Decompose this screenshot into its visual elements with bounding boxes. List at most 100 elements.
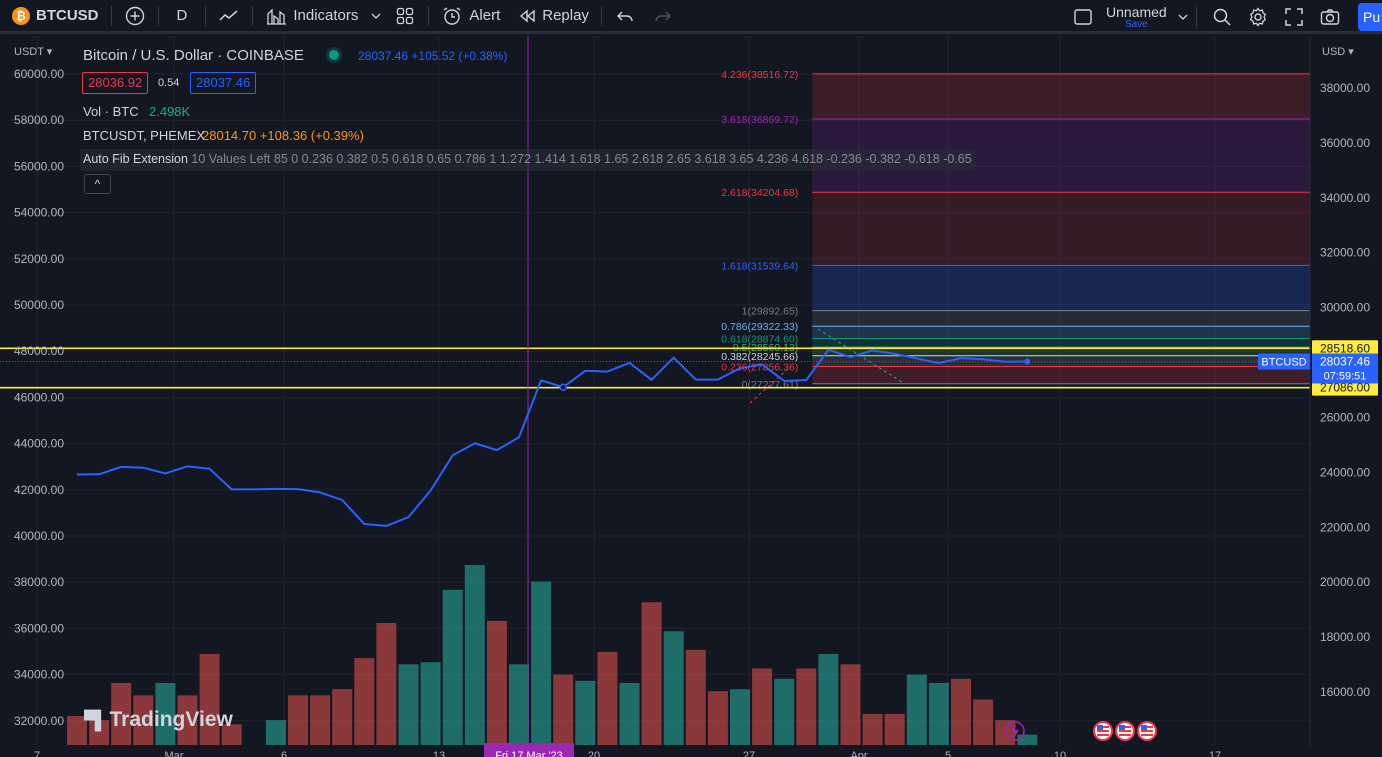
right-axis-tick: 34000.00 [1320,191,1370,205]
symbol-title[interactable]: Bitcoin / U.S. Dollar · COINBASE [83,47,304,64]
chevron-down-icon [371,13,381,19]
volume-bar [928,682,949,745]
compare-button[interactable] [116,0,154,33]
fib-level-label: 1(29892.65) [742,306,799,318]
right-axis-currency[interactable]: USD ▾ [1322,45,1354,58]
right-axis-tick: 36000.00 [1320,136,1370,150]
market-open-status-dot [329,50,339,60]
right-axis-tick: 22000.00 [1320,520,1370,534]
alert-button[interactable]: Alert [433,0,508,33]
interval-button[interactable]: D [163,0,202,33]
left-axis-tick: 34000.00 [14,668,64,682]
toolbar-divider [428,5,430,26]
indicators-icon [267,7,287,25]
spread-value: 0.54 [158,77,180,89]
layout-icon [1074,9,1092,25]
fib-zone-band [812,355,1310,367]
volume-bar [420,662,441,745]
line-chart-icon [219,9,238,21]
chart-type-button[interactable] [210,0,248,33]
symbol-search-button[interactable]: ₿ BTCUSD [0,0,107,33]
right-tools [1204,0,1348,34]
crosshair-point [559,383,567,392]
time-axis-tick: 20 [588,750,600,757]
chevron-down-icon [1178,14,1188,20]
volume-bar [663,631,684,745]
volume-bar [707,691,728,745]
left-axis-tick: 38000.00 [14,575,64,589]
left-axis-tick: 40000.00 [14,529,64,543]
volume-bar [398,664,419,745]
fib-level-label: 1.618(31539.64) [721,260,798,272]
tradingview-watermark: ▀▌ TradingView [84,708,233,732]
fib-zone-band [812,366,1310,384]
us-flag-icon [1115,721,1135,741]
volume-bar [685,649,706,745]
search-button[interactable] [1204,0,1240,34]
fib-level-label: 4.236(38516.72) [721,69,798,81]
left-axis-currency[interactable]: USDT ▾ [14,45,52,58]
us-flag-icon [1093,721,1113,741]
fib-zone-band [812,73,1310,120]
left-axis-tick: 50000.00 [14,298,64,312]
volume-legend-label[interactable]: Vol · BTC [83,104,139,119]
left-axis-tick: 56000.00 [14,159,64,173]
plus-circle-icon [125,6,144,25]
layout-button[interactable] [1066,0,1100,34]
fib-zone-band [812,192,1310,266]
bid-price[interactable]: 28036.92 [82,72,149,94]
left-axis-tick: 48000.00 [14,344,64,358]
indicators-button[interactable]: Indicators [257,0,366,33]
toolbar-divider [157,5,159,26]
collapse-legend-button[interactable]: ^ [84,174,111,194]
ask-price[interactable]: 28037.46 [190,72,257,94]
replay-button[interactable]: Replay [508,0,597,33]
left-axis-tick: 42000.00 [14,483,64,497]
time-axis-tick: 6 [281,750,287,757]
fib-extension-legend[interactable]: Auto Fib Extension 10 Values Left 85 0 0… [80,149,975,171]
search-icon [1213,8,1231,26]
indicators-dropdown-button[interactable] [366,0,386,33]
flag-canton [1097,725,1103,730]
flag-stripe [1119,734,1131,736]
redo-button[interactable] [644,0,682,33]
snapshot-button[interactable] [1312,0,1348,34]
fullscreen-button[interactable] [1276,0,1312,34]
publish-button[interactable]: Pu [1358,3,1382,31]
gear-icon [1249,7,1267,27]
time-axis: 7 Mar 6 13 20 27 Apr 5 10 17 Fri 17 Mar '23 [0,743,1310,757]
left-axis-tick: 60000.00 [14,67,64,81]
volume-legend-value: 2.498K [149,104,191,119]
volume-bar [464,565,485,745]
volume-bar [774,678,795,745]
volume-bar [332,689,353,745]
layout-dropdown-button[interactable] [1173,0,1193,34]
fullscreen-icon [1285,8,1303,26]
left-axis-tick: 52000.00 [14,252,64,266]
left-axis-tick: 58000.00 [14,113,64,127]
right-axis-tick: 26000.00 [1320,410,1370,424]
chart-pane[interactable]: 4.236(38516.72) 3.618(36869.72) 2.618(3420… [0,37,1382,757]
volume-bar [531,581,552,745]
volume-bar [288,695,308,745]
volume-bar [884,713,905,745]
time-axis-tick: Mar [165,750,184,757]
toolbar-divider [252,5,254,26]
compare-symbol-label[interactable]: BTCUSDT, PHEMEX [83,128,205,143]
settings-button[interactable] [1240,0,1276,34]
templates-button[interactable] [386,0,424,33]
live-quote: 28037.46 +105.52 (+0.38%) [358,49,508,63]
right-axis-tick: 32000.00 [1320,246,1370,260]
volume-bar [1017,734,1038,745]
fib-extension-zone: 4.236(38516.72) 3.618(36869.72) 2.618(3420… [721,69,1310,404]
flag-stripe [1097,734,1109,736]
volume-bar [641,602,662,745]
undo-button[interactable] [606,0,644,33]
volume-bar [818,653,839,745]
volume-bar [906,674,927,745]
resistance-price-tag: 28518.60 [1320,341,1370,355]
chart-canvas[interactable]: 4.236(38516.72) 3.618(36869.72) 2.618(3420… [0,37,1382,757]
toolbar-divider [110,5,112,26]
right-axis-tick: 18000.00 [1320,630,1370,644]
layout-name-button[interactable]: Unnamed Save [1100,5,1173,30]
